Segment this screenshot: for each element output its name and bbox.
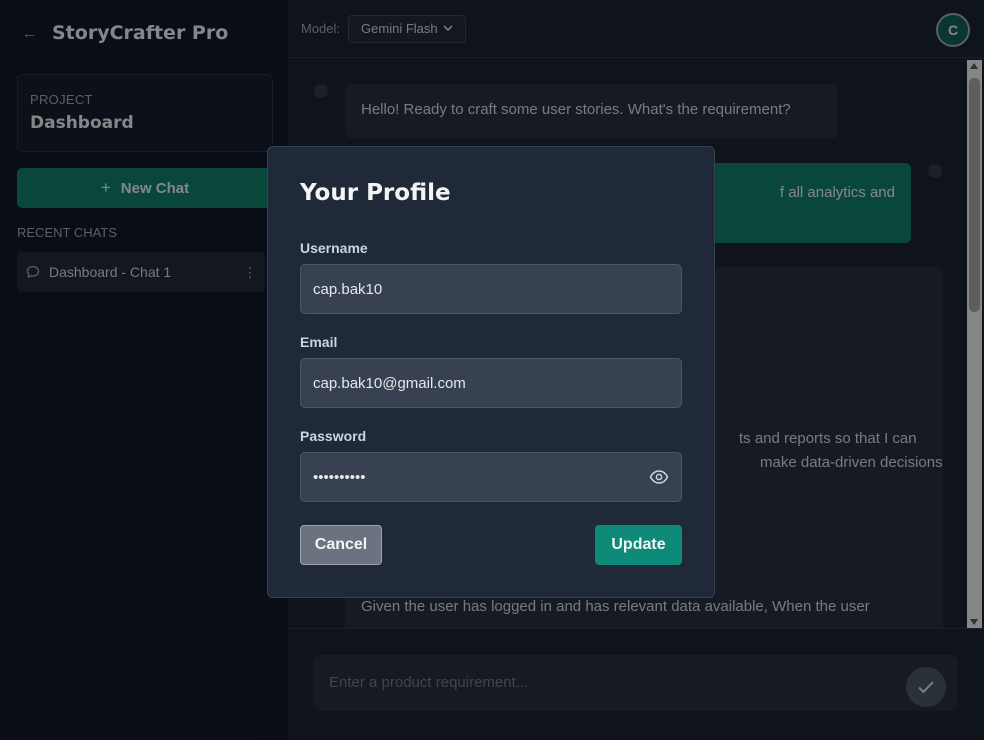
modal-title: Your Profile (300, 180, 451, 206)
cancel-button[interactable]: Cancel (300, 525, 382, 565)
profile-modal: Your Profile Username cap.bak10 Email ca… (267, 146, 715, 598)
password-field[interactable]: •••••••••• (300, 452, 682, 502)
eye-icon[interactable] (649, 468, 669, 486)
email-field[interactable]: cap.bak10@gmail.com (300, 358, 682, 408)
username-label: Username (300, 240, 368, 256)
password-label: Password (300, 428, 367, 444)
update-button[interactable]: Update (595, 525, 682, 565)
password-masked-value: •••••••••• (313, 468, 366, 486)
username-field[interactable]: cap.bak10 (300, 264, 682, 314)
email-label: Email (300, 334, 338, 350)
